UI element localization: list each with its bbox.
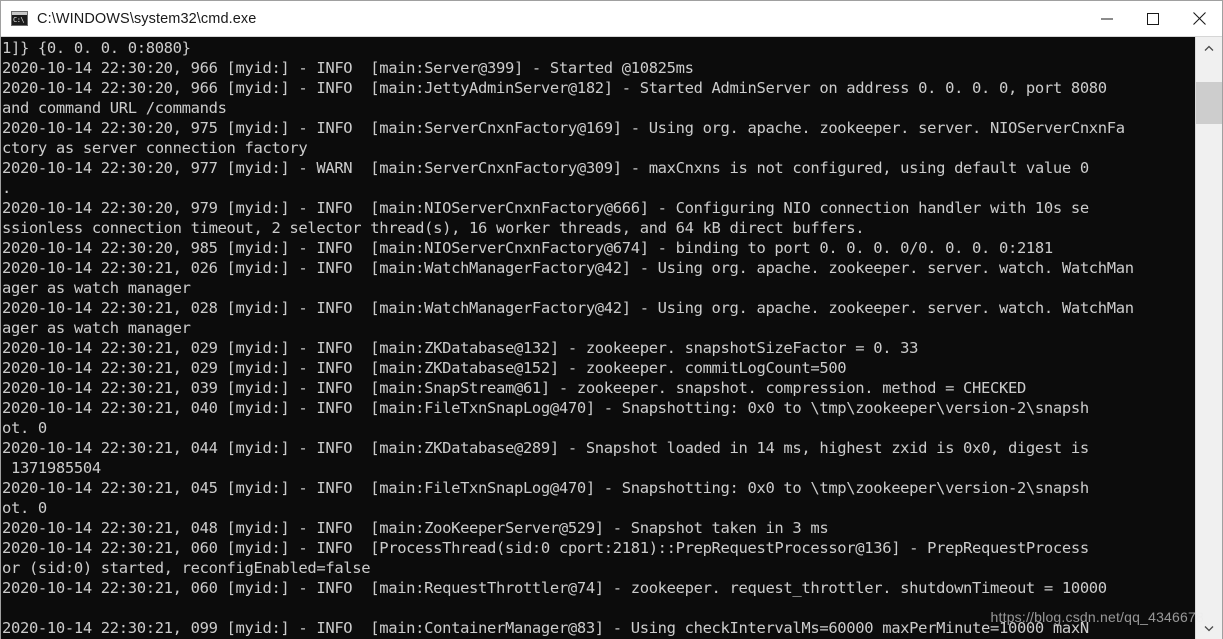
console-line: ssionless connection timeout, 2 selector…: [2, 219, 865, 237]
console-line: ot. 0: [2, 419, 47, 437]
console-line: and command URL /commands: [2, 99, 227, 117]
cmd-window: C:\ C:\WINDOWS\system32\cmd.exe 1]} {0. …: [0, 0, 1223, 639]
console-line: .: [2, 179, 11, 197]
console-line: 2020-10-14 22:30:21, 028 [myid:] - INFO …: [2, 299, 1134, 317]
console-line: 1]} {0. 0. 0. 0:8080}: [2, 39, 191, 57]
console-line: 2020-10-14 22:30:21, 044 [myid:] - INFO …: [2, 439, 1089, 457]
close-icon: [1192, 12, 1206, 25]
chevron-down-icon: [1204, 625, 1214, 631]
scroll-up-button[interactable]: [1196, 37, 1222, 59]
title-bar[interactable]: C:\ C:\WINDOWS\system32\cmd.exe: [1, 1, 1222, 36]
console-line: 2020-10-14 22:30:20, 985 [myid:] - INFO …: [2, 239, 1053, 257]
console-line: 2020-10-14 22:30:21, 026 [myid:] - INFO …: [2, 259, 1134, 277]
console-line: 2020-10-14 22:30:21, 040 [myid:] - INFO …: [2, 399, 1089, 417]
close-button[interactable]: [1176, 1, 1222, 36]
console-area: 1]} {0. 0. 0. 0:8080} 2020-10-14 22:30:20…: [1, 36, 1222, 639]
console-line: ager as watch manager: [2, 319, 191, 337]
console-line: 2020-10-14 22:30:20, 979 [myid:] - INFO …: [2, 199, 1089, 217]
console-line: 2020-10-14 22:30:21, 060 [myid:] - INFO …: [2, 579, 1107, 597]
minimize-icon: [1101, 18, 1113, 19]
minimize-button[interactable]: [1084, 1, 1130, 36]
console-output[interactable]: 1]} {0. 0. 0. 0:8080} 2020-10-14 22:30:20…: [1, 37, 1195, 639]
scroll-down-button[interactable]: [1196, 617, 1222, 639]
console-line: ctory as server connection factory: [2, 139, 308, 157]
console-line: 2020-10-14 22:30:20, 975 [myid:] - INFO …: [2, 119, 1125, 137]
console-line: ot. 0: [2, 499, 47, 517]
chevron-up-icon: [1204, 45, 1214, 51]
console-line: 2020-10-14 22:30:21, 060 [myid:] - INFO …: [2, 539, 1089, 557]
console-line: 2020-10-14 22:30:21, 029 [myid:] - INFO …: [2, 359, 847, 377]
vertical-scrollbar[interactable]: [1195, 37, 1222, 639]
console-line: 2020-10-14 22:30:21, 029 [myid:] - INFO …: [2, 339, 919, 357]
console-line: 2020-10-14 22:30:21, 099 [myid:] - INFO …: [2, 619, 1089, 637]
console-line: 2020-10-14 22:30:21, 045 [myid:] - INFO …: [2, 479, 1089, 497]
cmd-icon-prompt-text: C:\: [13, 16, 25, 24]
maximize-button[interactable]: [1130, 1, 1176, 36]
console-line: 1371985504: [2, 459, 101, 477]
window-title: C:\WINDOWS\system32\cmd.exe: [37, 10, 257, 27]
maximize-icon: [1147, 12, 1159, 25]
window-controls: [1084, 1, 1222, 36]
scrollbar-thumb[interactable]: [1196, 82, 1222, 124]
console-line: 2020-10-14 22:30:20, 977 [myid:] - WARN …: [2, 159, 1089, 177]
cmd-console-icon: C:\: [11, 11, 28, 26]
console-line: ager as watch manager: [2, 279, 191, 297]
scrollbar-track[interactable]: [1196, 59, 1222, 617]
console-line: 2020-10-14 22:30:21, 039 [myid:] - INFO …: [2, 379, 1026, 397]
console-line: 2020-10-14 22:30:21, 048 [myid:] - INFO …: [2, 519, 829, 537]
console-line: 2020-10-14 22:30:20, 966 [myid:] - INFO …: [2, 59, 694, 77]
console-line: 2020-10-14 22:30:20, 966 [myid:] - INFO …: [2, 79, 1107, 97]
console-line: or (sid:0) started, reconfigEnabled=fals…: [2, 559, 371, 577]
